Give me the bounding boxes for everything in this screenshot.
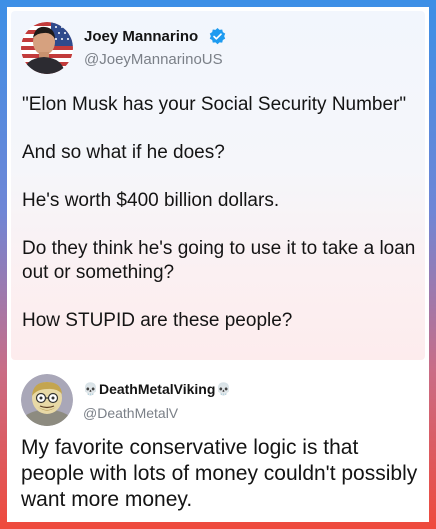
verified-badge-icon [209,28,226,45]
skull-emoji-icon: 💀 [216,382,232,396]
post-paragraph: He's worth $400 billion dollars. [22,190,280,211]
author-avatar[interactable] [21,374,73,426]
screenshot-frame: Joey Mannarino @JoeyMannarinoUS "Elon Mu… [0,0,436,529]
author-handle[interactable]: @JoeyMannarinoUS [84,51,223,68]
post-paragraph: Do they think he's going to use it to ta… [22,238,416,283]
author-handle[interactable]: @DeathMetalV [83,405,178,421]
profile-photo-icon [21,22,73,74]
post-body: "Elon Musk has your Social Security Numb… [22,93,417,357]
post-paragraph: How STUPID are these people? [22,310,293,331]
screenshot-content: Joey Mannarino @JoeyMannarinoUS "Elon Mu… [7,7,429,522]
reply-post[interactable]: 💀 DeathMetalViking 💀 @DeathMetalV My fav… [11,364,425,518]
author-avatar[interactable] [21,22,73,74]
post-paragraph: And so what if he does? [22,142,225,163]
post-body: My favorite conservative logic is that p… [21,436,418,511]
author-name[interactable]: DeathMetalViking [99,381,215,397]
skull-emoji-icon: 💀 [83,382,98,396]
author-name[interactable]: Joey Mannarino [84,28,198,45]
author-name-row[interactable]: 💀 DeathMetalViking 💀 [83,381,231,397]
quoted-post[interactable]: Joey Mannarino @JoeyMannarinoUS "Elon Mu… [11,11,425,360]
post-paragraph: "Elon Musk has your Social Security Numb… [22,94,407,115]
cartoon-avatar-icon [21,374,73,426]
